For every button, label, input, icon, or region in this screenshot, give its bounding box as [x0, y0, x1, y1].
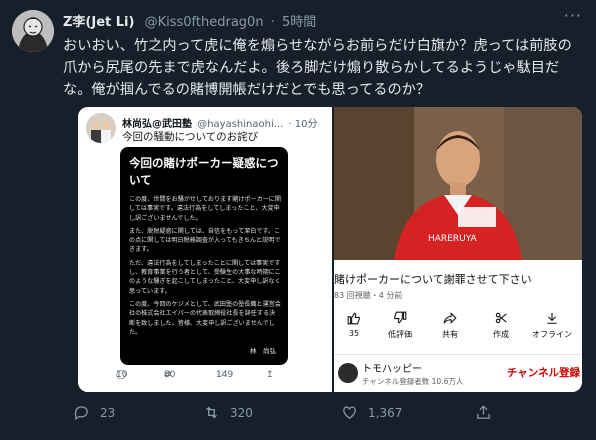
thumbs-up-icon: [332, 311, 376, 327]
channel-subscribers: チャンネル登録者数 10.6万人: [362, 377, 464, 386]
reply-count: 23: [100, 405, 116, 420]
like-action: 35: [332, 311, 376, 338]
divider: [334, 354, 582, 355]
author-avatar[interactable]: [12, 10, 54, 52]
heart-icon: [343, 406, 356, 419]
create-icon: [479, 311, 523, 327]
share-icon: ↥: [266, 370, 274, 380]
embedded-tweet-actions: ◯ 10 ⇄ 80 ♡ 149 ↥: [116, 370, 326, 386]
channel-avatar: [338, 363, 358, 383]
share-icon: [477, 405, 490, 419]
apology-document: 今回の賭けポーカー疑惑について この度、世間をお騒がせしております賭けポーカーに…: [120, 147, 288, 365]
document-paragraph: また、脱税疑惑に関しては、自信をもって潔白です。この点に関しては明日税務調査が入…: [129, 227, 281, 254]
like-button[interactable]: 1,367: [341, 404, 402, 421]
thumbs-down-icon: [378, 311, 422, 327]
video-meta: 83 回視聴・4 分前: [334, 291, 403, 300]
embedded-tweet-time: · 10分: [288, 119, 318, 130]
media-image-left[interactable]: 林尚弘@武田塾 @hayashinaohi... · 10分 今回の騒動について…: [78, 107, 332, 392]
retweet-button[interactable]: 320: [203, 404, 253, 421]
retweet-count: 320: [230, 405, 253, 420]
retweet-icon: [206, 406, 217, 419]
document-paragraph: この度、世間をお騒がせしております賭けポーカーに関しては事実です。違法行為をして…: [129, 196, 281, 222]
document-title: 今回の賭けポーカー疑惑について: [129, 156, 279, 187]
video-title: 賭けポーカーについて謝罪させて下さい: [334, 273, 532, 286]
shirt-text: HARERUYA: [428, 234, 478, 244]
document-body: この度、世間をお騒がせしております賭けポーカーに関しては事実です。違法行為をして…: [129, 195, 281, 341]
embedded-avatar: [86, 113, 116, 143]
embedded-tweet-header: 林尚弘@武田塾 @hayashinaohi... · 10分: [122, 115, 332, 130]
download-action: オフライン: [530, 311, 574, 340]
media-image-right[interactable]: HARERUYA 賭けポーカーについて謝罪させて下さい 83 回視聴・4 分前 …: [334, 107, 582, 392]
dislike-action: 低評価: [378, 311, 422, 340]
video-thumbnail: HARERUYA: [334, 107, 582, 260]
like-count: 35: [348, 329, 360, 338]
tweet-text: おいおい、竹之内って虎に俺を煽らせながらお前らだけ白旗か？虎っては前肢の爪から尻…: [63, 38, 572, 98]
create-label: 作成: [493, 330, 509, 339]
tweet-time[interactable]: 5時間: [282, 15, 316, 30]
reply-icon: [74, 406, 88, 421]
more-icon[interactable]: ···: [564, 6, 582, 25]
tweet-dot: ·: [270, 15, 275, 30]
dislike-label: 低評価: [388, 330, 412, 339]
embedded-reply-count: 10: [116, 370, 128, 380]
share-action: 共有: [428, 311, 472, 340]
author-name[interactable]: Z李(Jet Li): [63, 15, 134, 30]
tweet-media[interactable]: 林尚弘@武田塾 @hayashinaohi... · 10分 今回の騒動について…: [78, 107, 582, 392]
document-signature: 林 尚弘: [250, 347, 276, 355]
tweet-header: Z李(Jet Li) @Kiss0fthedrag0n · 5時間: [63, 11, 563, 30]
create-action: 作成: [479, 311, 523, 340]
download-label: オフライン: [532, 330, 572, 339]
share-icon: [428, 311, 472, 327]
document-paragraph: この度、今回のケジメとして、武田塾の塾長職と運営会社の株式会社エイパーの代表取締…: [129, 300, 281, 336]
video-actions: 35 低評価 共有 作成 オフライン: [334, 311, 582, 351]
embedded-retweet-count: 80: [164, 370, 176, 380]
download-icon: [530, 311, 574, 327]
share-label: 共有: [442, 330, 458, 339]
author-handle[interactable]: @Kiss0fthedrag0n: [145, 15, 264, 30]
embedded-like-count: 149: [216, 370, 234, 380]
like-count: 1,367: [368, 405, 403, 420]
embedded-tweet-text: 今回の騒動についてのお詫び: [122, 131, 259, 143]
channel-name: トモハッピー: [362, 364, 422, 375]
reply-button[interactable]: 23: [73, 404, 115, 421]
subscribe-label: チャンネル登録: [506, 367, 580, 379]
tweet-actions: 23 320 1,367: [63, 402, 583, 426]
document-paragraph: ただ、違法行為をしてしまったことに関しては事実ですし、教育事業を行う者として、受…: [129, 259, 281, 295]
share-button[interactable]: [475, 404, 502, 421]
